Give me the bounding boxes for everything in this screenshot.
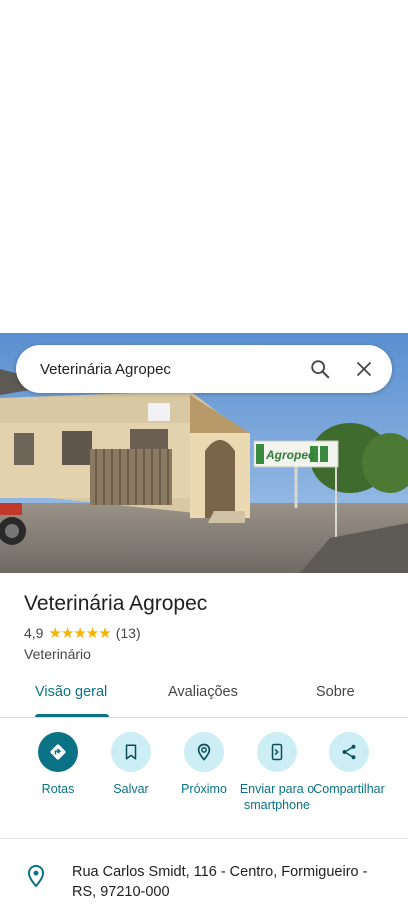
action-buttons: Rotas Salvar Próximo Enviar para o smart… [0,732,408,832]
tab-reviews[interactable]: Avaliações [168,684,238,700]
nearby-button[interactable]: Próximo [164,732,244,797]
save-label: Salvar [113,782,149,796]
rating-value: 4,9 [24,625,44,641]
sign-text: Agropec [265,448,315,462]
close-icon[interactable] [342,347,386,391]
search-bar[interactable]: Veterinária Agropec [16,345,392,393]
nearby-icon [184,732,224,772]
directions-label: Rotas [41,782,75,796]
blank-map-area [0,0,408,333]
share-icon [329,732,369,772]
place-info: Veterinária Agropec 4,9 ★★★★★ (13) Veter… [24,590,394,662]
send-to-phone-label: Enviar para o smartphone [239,782,315,812]
search-icon[interactable] [298,347,342,391]
place-category[interactable]: Veterinário [24,646,394,662]
reviews-count: (13) [115,625,141,641]
share-label: Compartilhar [313,782,385,796]
nearby-label: Próximo [181,782,227,796]
directions-button[interactable]: Rotas [18,732,98,797]
active-tab-indicator [35,714,109,717]
section-divider [0,838,408,839]
rating-row[interactable]: 4,9 ★★★★★ (13) [24,624,394,642]
search-query[interactable]: Veterinária Agropec [40,361,298,378]
bookmark-icon [111,732,151,772]
send-to-phone-button[interactable]: Enviar para o smartphone [237,732,317,813]
location-pin-icon [26,864,46,893]
tab-overview[interactable]: Visão geral [35,684,107,700]
share-button[interactable]: Compartilhar [309,732,389,797]
tab-about[interactable]: Sobre [316,684,355,700]
address-text[interactable]: Rua Carlos Smidt, 116 - Centro, Formigue… [72,862,392,902]
save-button[interactable]: Salvar [91,732,171,797]
place-title: Veterinária Agropec [24,592,208,615]
star-rating-icon: ★★★★★ [48,625,111,642]
directions-icon [38,732,78,772]
tab-bar: Visão geral Avaliações Sobre [0,676,408,718]
send-to-phone-icon [257,732,297,772]
